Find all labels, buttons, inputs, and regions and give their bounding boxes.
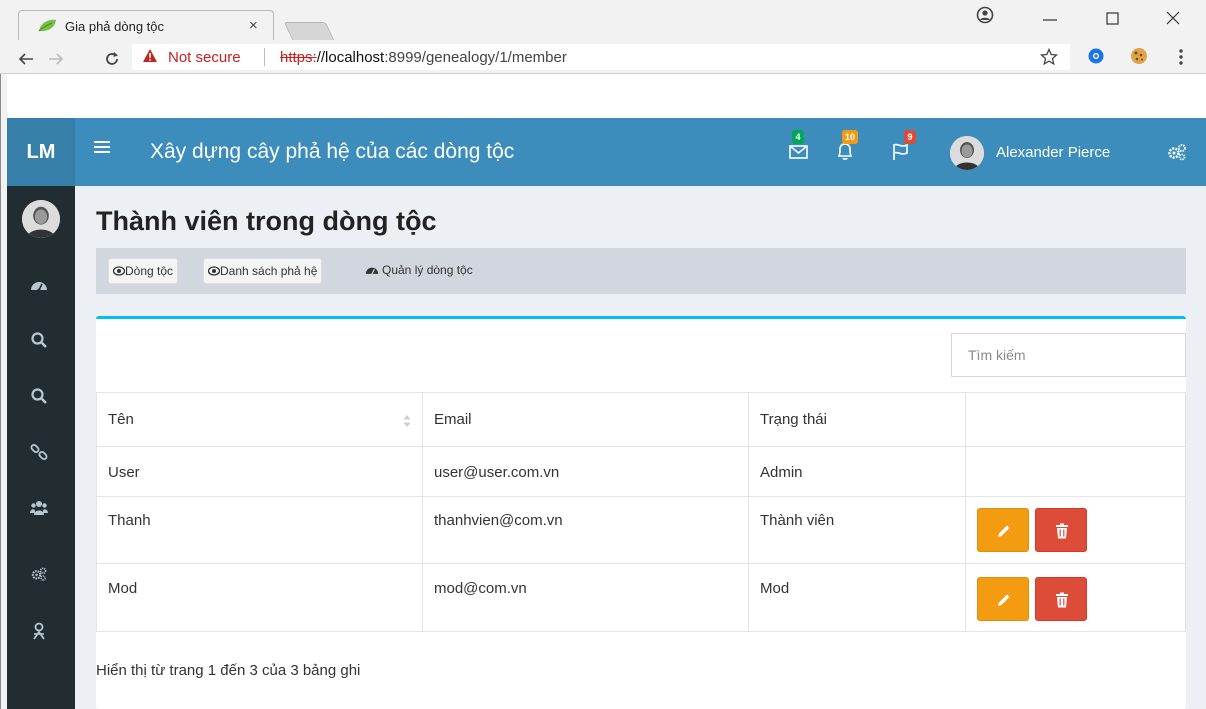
messages-badge: 4: [792, 130, 804, 144]
search-input[interactable]: [951, 333, 1186, 377]
header-title: Xây dựng cây phả hệ của các dòng tộc: [150, 140, 515, 163]
trash-icon: [1056, 592, 1068, 608]
minimize-icon[interactable]: [1043, 8, 1057, 28]
cell-email: user@user.com.vn: [434, 464, 560, 481]
app-logo[interactable]: LM: [7, 118, 75, 186]
url-text[interactable]: https://localhost:8999/genealogy/1/membe…: [280, 49, 567, 66]
dashboard-icon[interactable]: [30, 276, 48, 294]
table-header-divider: [96, 446, 1186, 447]
forward-icon[interactable]: [48, 51, 64, 67]
cell-status: Thành viên: [760, 512, 835, 529]
user-name[interactable]: Alexander Pierce: [996, 144, 1110, 161]
leaf-icon: [38, 19, 56, 32]
row-divider: [96, 496, 1186, 497]
user-tie-icon[interactable]: [30, 622, 48, 640]
cogs-icon[interactable]: [30, 565, 48, 583]
browser-menu-icon[interactable]: [1178, 48, 1184, 66]
table-info: Hiển thị từ trang 1 đến 3 của 3 bảng ghi: [96, 662, 361, 679]
edit-button[interactable]: [977, 577, 1029, 621]
breadcrumb-label: Dòng tộc: [125, 264, 174, 278]
avatar-image: [950, 136, 984, 170]
security-label[interactable]: Not secure: [168, 49, 241, 66]
eye-icon: [208, 266, 220, 276]
column-divider: [748, 392, 749, 632]
cogs-icon[interactable]: [1166, 143, 1188, 161]
account-icon[interactable]: [976, 6, 994, 24]
user-avatar[interactable]: [950, 136, 984, 170]
cell-name: User: [108, 464, 140, 481]
extension-globe-icon[interactable]: [1088, 48, 1104, 64]
breadcrumb-item-dong-toc[interactable]: Dòng tộc: [108, 258, 179, 284]
cell-email: thanhvien@com.vn: [434, 512, 563, 529]
row-divider: [96, 563, 1186, 564]
column-divider: [422, 392, 423, 632]
browser-frame-left: [0, 74, 7, 709]
cell-status: Admin: [760, 464, 803, 481]
notifications-badge: 10: [842, 130, 859, 144]
search-icon[interactable]: [30, 387, 48, 405]
new-tab-button[interactable]: [283, 22, 335, 40]
search-icon[interactable]: [30, 331, 48, 349]
envelope-icon[interactable]: [788, 141, 810, 161]
omnibox[interactable]: Not secure https://localhost:8999/geneal…: [132, 44, 1070, 70]
window-close-icon[interactable]: [1166, 8, 1180, 28]
reload-icon[interactable]: [104, 51, 120, 67]
page-title: Thành viên trong dòng tộc: [96, 206, 437, 236]
eye-icon: [113, 266, 125, 276]
column-header-name[interactable]: Tên: [108, 411, 134, 428]
page-top-area: [7, 74, 1206, 118]
warning-icon: [143, 49, 157, 62]
address-bar: Not secure https://localhost:8999/geneal…: [0, 40, 1206, 74]
trash-icon: [1056, 523, 1068, 539]
tab-close-icon[interactable]: ×: [249, 17, 258, 34]
bell-icon[interactable]: [834, 141, 856, 161]
pencil-icon: [998, 594, 1010, 606]
url-path: :8999/genealogy/1/member: [384, 49, 567, 66]
omnibox-separator: [264, 48, 265, 66]
hamburger-menu-icon[interactable]: [94, 140, 110, 154]
cell-name: Mod: [108, 580, 138, 597]
breadcrumb-label: Danh sách phả hệ: [220, 264, 318, 278]
breadcrumb-item-quan-ly-dong-toc: Quản lý dòng tộc: [382, 263, 473, 277]
tasks-badge: 9: [904, 130, 916, 144]
url-host: //localhost: [316, 49, 385, 66]
delete-button[interactable]: [1035, 577, 1087, 621]
users-icon[interactable]: [30, 499, 48, 517]
tab-strip: Gia phả dòng tộc ×: [0, 0, 1206, 40]
link-icon[interactable]: [30, 443, 48, 461]
breadcrumb-item-danh-sach-pha-he[interactable]: Danh sách phả hệ: [203, 258, 323, 284]
avatar-image: [22, 200, 60, 238]
tab-title: Gia phả dòng tộc: [65, 19, 165, 34]
maximize-icon[interactable]: [1106, 8, 1120, 28]
back-icon[interactable]: [18, 51, 34, 67]
edit-button[interactable]: [977, 508, 1029, 552]
cell-status: Mod: [760, 580, 790, 597]
delete-button[interactable]: [1035, 508, 1087, 552]
cell-email: mod@com.vn: [434, 580, 527, 597]
pencil-icon: [998, 525, 1010, 537]
cell-name: Thanh: [108, 512, 151, 529]
bookmark-star-icon[interactable]: [1040, 48, 1058, 66]
sort-icon[interactable]: [403, 414, 411, 428]
flag-icon[interactable]: [890, 141, 912, 161]
cookie-extension-icon[interactable]: [1130, 47, 1148, 65]
sidebar-user-avatar[interactable]: [22, 200, 60, 238]
column-header-status[interactable]: Trạng thái: [760, 411, 827, 428]
url-scheme: https:: [280, 49, 317, 66]
browser-tab[interactable]: Gia phả dòng tộc ×: [18, 10, 274, 40]
dashboard-icon: [365, 267, 379, 275]
column-header-email[interactable]: Email: [434, 411, 472, 428]
column-divider: [965, 392, 966, 632]
